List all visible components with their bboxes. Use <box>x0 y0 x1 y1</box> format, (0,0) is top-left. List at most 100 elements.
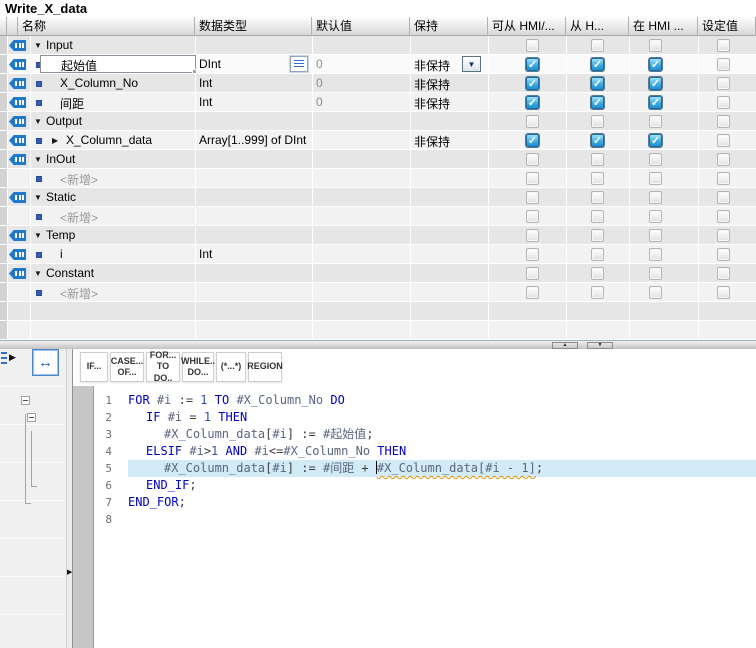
column-header[interactable]: 设定值 <box>698 17 756 36</box>
retain-dropdown-button[interactable]: ▼ <box>462 56 481 72</box>
table-row[interactable]: iInt <box>0 245 756 264</box>
hmi-accessible-checkbox[interactable] <box>526 172 539 185</box>
hmi-accessible-checkbox[interactable] <box>526 210 539 223</box>
table-row[interactable]: ▶X_Column_dataArray[1..999] of DInt非保持✓✓… <box>0 131 756 150</box>
retain-cell[interactable]: 非保持 <box>414 57 450 74</box>
sidebar-collapse-strip[interactable]: ▶ <box>66 349 73 648</box>
hmi-writable-checkbox[interactable] <box>591 210 604 223</box>
hmi-accessible-checkbox[interactable] <box>526 286 539 299</box>
table-row[interactable]: 起始值DInt0非保持▼✓✓✓ <box>0 55 756 74</box>
code-text[interactable]: #X_Column_data[#i] := #间距 + #X_Column_da… <box>128 460 756 477</box>
retain-cell[interactable]: 非保持 <box>414 95 450 112</box>
hmi-visible-checkbox[interactable] <box>649 248 662 261</box>
add-new-row[interactable]: <新增> <box>60 171 98 188</box>
hmi-writable-checkbox[interactable] <box>591 286 604 299</box>
retain-cell[interactable]: 非保持 <box>414 76 450 93</box>
cell-drag-handle[interactable] <box>192 69 197 74</box>
section-row[interactable]: ▼Input <box>0 36 756 55</box>
column-header[interactable]: 保持 <box>410 17 488 36</box>
snippet-button-fortodo[interactable]: FOR... TO DO.. <box>146 352 180 382</box>
pane-splitter[interactable]: ▲ ▼ <box>0 340 756 349</box>
table-row[interactable]: <新增> <box>0 169 756 188</box>
snippet-button-caseof[interactable]: CASE... OF... <box>110 352 144 382</box>
hmi-accessible-checkbox[interactable] <box>526 267 539 280</box>
hmi-accessible-checkbox[interactable]: ✓ <box>526 134 539 147</box>
hmi-accessible-checkbox[interactable]: ✓ <box>526 96 539 109</box>
collapse-triangle-icon[interactable]: ▼ <box>34 42 42 50</box>
expand-triangle-icon[interactable]: ▶ <box>52 136 58 145</box>
setpoint-checkbox[interactable] <box>717 286 730 299</box>
variable-name[interactable]: X_Column_data <box>66 133 152 147</box>
hmi-visible-checkbox[interactable]: ✓ <box>649 134 662 147</box>
setpoint-checkbox[interactable] <box>717 229 730 242</box>
hmi-accessible-checkbox[interactable] <box>526 191 539 204</box>
splitter-collapse-down-button[interactable]: ▼ <box>587 342 613 349</box>
setpoint-checkbox[interactable] <box>717 267 730 280</box>
hmi-writable-checkbox[interactable]: ✓ <box>591 134 604 147</box>
hmi-visible-checkbox[interactable]: ✓ <box>649 77 662 90</box>
code-line[interactable]: 8 <box>94 511 756 528</box>
hmi-accessible-checkbox[interactable] <box>526 115 539 128</box>
hmi-visible-checkbox[interactable] <box>649 153 662 166</box>
table-row[interactable]: <新增> <box>0 207 756 226</box>
variable-name[interactable]: i <box>60 247 63 261</box>
add-new-row[interactable]: <新增> <box>60 209 98 226</box>
collapse-triangle-icon[interactable]: ▼ <box>34 194 42 202</box>
expand-arrow-icon[interactable]: ▶ <box>9 352 16 363</box>
table-row[interactable]: 间距Int0非保持✓✓✓ <box>0 93 756 112</box>
snippet-button-if[interactable]: IF... <box>80 352 108 382</box>
hmi-visible-checkbox[interactable] <box>649 172 662 185</box>
setpoint-checkbox[interactable] <box>717 115 730 128</box>
setpoint-checkbox[interactable] <box>717 191 730 204</box>
setpoint-checkbox[interactable] <box>717 58 730 71</box>
add-new-row[interactable]: <新增> <box>60 285 98 302</box>
section-row[interactable]: ▼Static <box>0 188 756 207</box>
code-line[interactable]: 3#X_Column_data[#i] := #起始值; <box>94 426 756 443</box>
datatype-browse-button[interactable] <box>290 56 308 72</box>
column-header[interactable]: 数据类型 <box>195 17 312 36</box>
datatype-cell[interactable]: Int <box>199 95 212 109</box>
setpoint-checkbox[interactable] <box>717 210 730 223</box>
fold-toggle[interactable] <box>21 396 30 405</box>
hmi-visible-checkbox[interactable] <box>649 286 662 299</box>
datatype-cell[interactable]: Int <box>199 76 212 90</box>
hmi-visible-checkbox[interactable]: ✓ <box>649 96 662 109</box>
hmi-writable-checkbox[interactable] <box>591 172 604 185</box>
code-line[interactable]: 4ELSIF #i>1 AND #i<=#X_Column_No THEN <box>94 443 756 460</box>
setpoint-checkbox[interactable] <box>717 134 730 147</box>
code-line[interactable]: 5#X_Column_data[#i] := #间距 + #X_Column_d… <box>94 460 756 477</box>
column-header[interactable]: 可从 HMI/... <box>488 17 566 36</box>
hmi-writable-checkbox[interactable]: ✓ <box>591 77 604 90</box>
hmi-writable-checkbox[interactable]: ✓ <box>591 58 604 71</box>
code-text[interactable]: END_IF; <box>128 477 756 494</box>
code-text[interactable]: #X_Column_data[#i] := #起始值; <box>128 426 756 443</box>
hmi-writable-checkbox[interactable] <box>591 39 604 52</box>
default-value-cell[interactable]: 0 <box>316 95 323 109</box>
snippet-button-whiledo[interactable]: WHILE.. DO... <box>182 352 214 382</box>
hmi-accessible-checkbox[interactable]: ✓ <box>526 77 539 90</box>
hmi-visible-checkbox[interactable] <box>649 191 662 204</box>
fold-toggle[interactable] <box>27 413 36 422</box>
code-text[interactable] <box>128 511 756 528</box>
collapse-triangle-icon[interactable]: ▼ <box>34 232 42 240</box>
code-text[interactable]: END_FOR; <box>128 494 756 511</box>
hmi-writable-checkbox[interactable] <box>591 248 604 261</box>
hmi-writable-checkbox[interactable] <box>591 229 604 242</box>
code-text[interactable]: FOR #i := 1 TO #X_Column_No DO <box>128 392 756 409</box>
section-row[interactable]: ▼Output <box>0 112 756 131</box>
name-cell-editing[interactable]: 起始值 <box>40 55 196 73</box>
code-line[interactable]: 7END_FOR; <box>94 494 756 511</box>
snippet-button-region[interactable]: REGION <box>248 352 282 382</box>
hmi-visible-checkbox[interactable] <box>649 210 662 223</box>
hmi-writable-checkbox[interactable] <box>591 115 604 128</box>
variable-name[interactable]: X_Column_No <box>60 76 138 90</box>
code-line[interactable]: 6END_IF; <box>94 477 756 494</box>
setpoint-checkbox[interactable] <box>717 248 730 261</box>
variable-name[interactable]: 间距 <box>60 95 84 112</box>
collapse-triangle-icon[interactable]: ▼ <box>34 270 42 278</box>
hmi-writable-checkbox[interactable] <box>591 153 604 166</box>
hmi-visible-checkbox[interactable] <box>649 267 662 280</box>
section-row[interactable]: ▼Constant <box>0 264 756 283</box>
column-header[interactable]: 从 H... <box>566 17 629 36</box>
setpoint-checkbox[interactable] <box>717 172 730 185</box>
